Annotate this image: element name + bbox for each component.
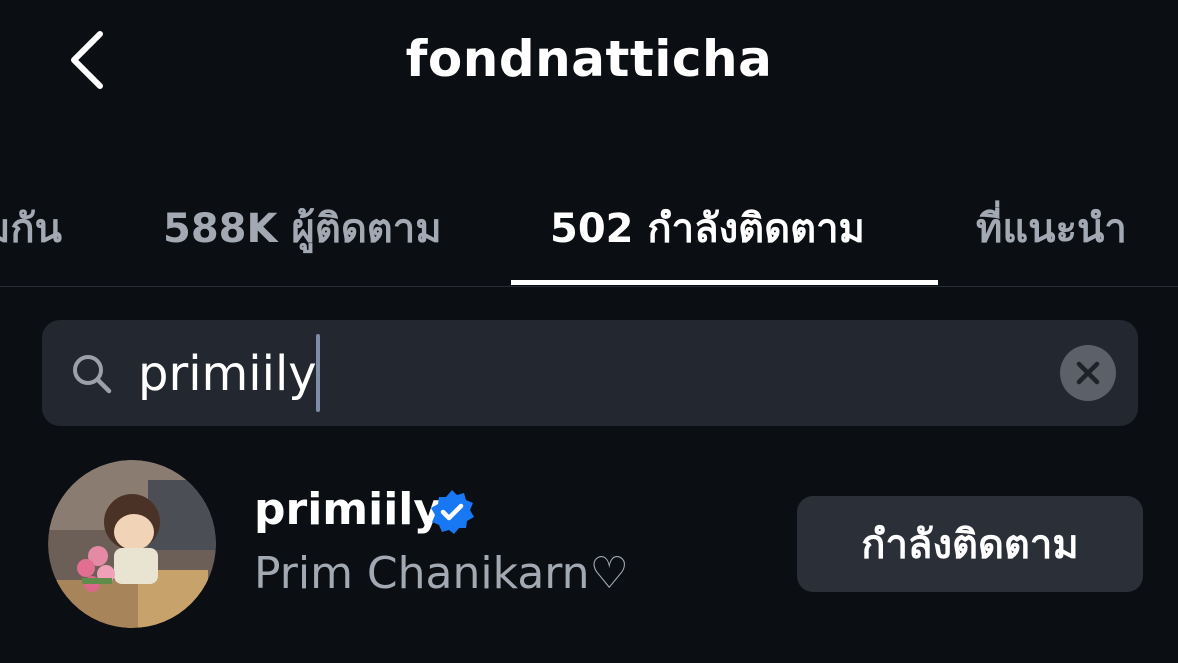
top-bar: fondnatticha	[0, 0, 1178, 120]
result-username[interactable]: primiily	[254, 484, 442, 535]
clear-search-button[interactable]	[1060, 345, 1116, 401]
verified-badge-icon	[428, 488, 476, 536]
tab-bar: มกัน 588K ผู้ติดตาม 502 กำลังติดตาม ที่แ…	[0, 170, 1178, 287]
clear-x-icon	[1076, 361, 1100, 385]
page-title: fondnatticha	[405, 30, 773, 88]
tab-suggested[interactable]: ที่แนะนำ	[976, 196, 1127, 256]
tab-following[interactable]: 502 กำลังติดตาม	[550, 196, 865, 256]
active-tab-indicator	[511, 280, 938, 285]
tab-followers[interactable]: 588K ผู้ติดตาม	[163, 196, 442, 256]
tab-mutual[interactable]: มกัน	[0, 196, 62, 256]
avatar[interactable]	[48, 460, 216, 628]
search-input[interactable]	[138, 338, 1018, 410]
following-button[interactable]: กำลังติดตาม	[797, 496, 1143, 592]
text-cursor	[316, 334, 320, 412]
result-full-name: Prim Chanikarn♡	[254, 548, 629, 599]
search-icon	[70, 352, 114, 396]
